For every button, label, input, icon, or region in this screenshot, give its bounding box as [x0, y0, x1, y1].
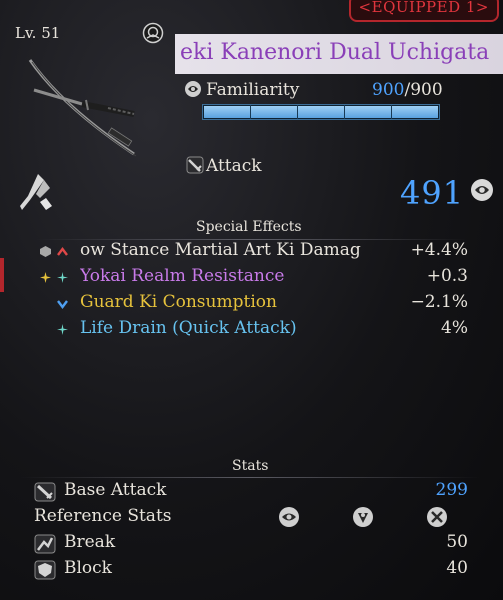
familiarity-bar-fill [204, 106, 438, 118]
attack-label: Attack [206, 156, 262, 176]
divider [20, 477, 480, 478]
equipped-badge: <EQUIPPED 1> [348, 0, 499, 22]
break-stat-icon [34, 534, 56, 554]
stat-row-block[interactable]: Block 40 [34, 558, 468, 582]
effect-value: +4.4% [410, 240, 468, 260]
stat-row-break[interactable]: Break 50 [34, 532, 468, 556]
effect-value: +0.3 [426, 266, 468, 286]
weapon-level: Lv. 51 [15, 24, 61, 42]
selection-marker [0, 258, 4, 292]
skill-stat-icon [353, 507, 373, 527]
effect-name: Life Drain (Quick Attack) [80, 318, 297, 338]
teal-sparkle-icon [57, 324, 68, 335]
dual-katana-weapon-icon [28, 59, 137, 157]
red-chevron-up-icon [57, 247, 68, 256]
dexterity-stat-icon [427, 507, 447, 527]
special-effects-heading: Special Effects [196, 219, 302, 235]
stat-label: Base Attack [64, 480, 167, 500]
special-effect-row[interactable]: ow Stance Martial Art Ki Damag +4.4% [36, 240, 468, 264]
stat-label: Reference Stats [34, 506, 172, 526]
familiarity-current: 900 [372, 80, 405, 100]
attack-element-icon [471, 179, 493, 201]
clan-crest-icon [142, 22, 164, 44]
stat-label: Break [64, 532, 116, 552]
grey-gem-icon [40, 246, 51, 257]
effect-name: Guard Ki Consumption [80, 292, 277, 312]
weapon-type-icon [20, 174, 52, 210]
effect-name: Yokai Realm Resistance [80, 266, 285, 286]
familiarity-max: 900 [410, 80, 443, 100]
attack-value: 491 [400, 174, 465, 212]
effect-name: ow Stance Martial Art Ki Damag [80, 240, 361, 260]
stat-value: 40 [446, 558, 468, 578]
effect-value: 4% [441, 318, 468, 338]
special-effect-row[interactable]: Life Drain (Quick Attack) 4% [36, 318, 468, 342]
familiarity-bar-divider [344, 105, 345, 119]
special-effect-row[interactable]: Yokai Realm Resistance +0.3 [36, 266, 468, 290]
sword-stat-icon [34, 482, 56, 502]
blue-chevron-down-icon [57, 300, 68, 309]
familiarity-icon [185, 81, 201, 97]
stats-heading: Stats [232, 458, 269, 474]
stat-value: 50 [446, 532, 468, 552]
familiarity-bar-divider [391, 105, 392, 119]
item-detail-panel: <EQUIPPED 1> Lv. 51 eki Kanenori Dual Uc… [0, 0, 503, 600]
attack-icon [186, 156, 204, 174]
effect-value: −2.1% [410, 292, 468, 312]
stat-value: 299 [435, 480, 468, 500]
teal-sparkle-icon [57, 272, 68, 283]
stat-label: Block [64, 558, 112, 578]
stat-row-reference: Reference Stats [34, 506, 468, 530]
familiarity-bar [202, 104, 440, 120]
gold-sparkle-icon [40, 272, 51, 283]
heart-stat-icon [279, 507, 299, 527]
weapon-name: eki Kanenori Dual Uchigata [180, 40, 490, 65]
familiarity-bar-divider [297, 105, 298, 119]
familiarity-label: Familiarity [206, 80, 300, 100]
special-effect-row[interactable]: Guard Ki Consumption −2.1% [36, 292, 468, 316]
stat-row-base-attack[interactable]: Base Attack 299 [34, 480, 468, 504]
familiarity-value: 900/900 [372, 80, 443, 100]
familiarity-bar-divider [250, 105, 251, 119]
block-stat-icon [34, 560, 56, 580]
